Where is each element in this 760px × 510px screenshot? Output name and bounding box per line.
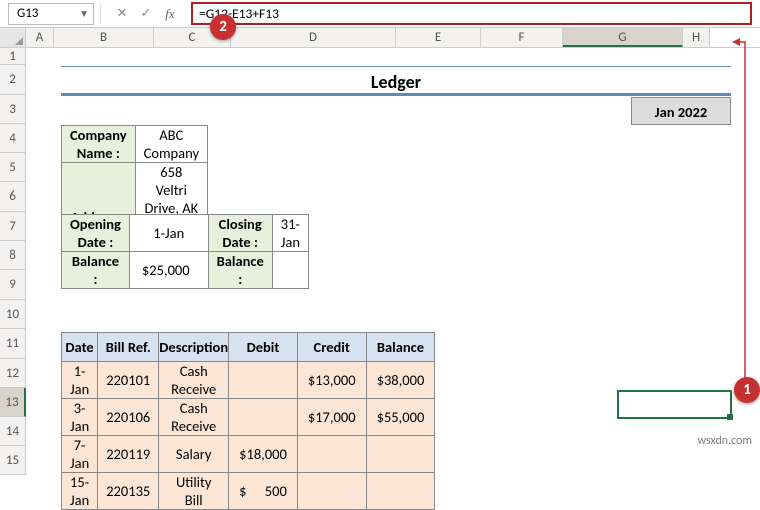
h-debit: Debit — [229, 333, 298, 362]
row-5[interactable]: 5 — [0, 153, 26, 182]
row-3[interactable]: 3 — [0, 95, 26, 124]
row-4[interactable]: 4 — [0, 124, 26, 153]
opening-date-value[interactable]: 1-Jan — [129, 215, 208, 252]
opening-date-label: Opening Date : — [62, 215, 130, 252]
h-ref: Bill Ref. — [98, 333, 159, 362]
cell-balance — [366, 436, 435, 473]
formula-input[interactable]: =G12-E13+F13 — [191, 2, 752, 25]
closing-date-label: Closing Date : — [208, 215, 272, 252]
closing-balance-value[interactable] — [272, 252, 308, 289]
cell-desc: Utility Bill — [159, 473, 229, 510]
cell-ref: 220135 — [98, 473, 159, 510]
formula-buttons: ✕ ✓ fx — [107, 3, 185, 25]
cell-balance: $38,000 — [366, 362, 435, 399]
cell-debit: $500 — [229, 473, 298, 510]
row-10[interactable]: 10 — [0, 300, 26, 329]
col-G[interactable]: G — [563, 28, 683, 47]
name-box[interactable]: G13 ▼ — [8, 3, 94, 25]
row-13[interactable]: 13 — [0, 388, 26, 417]
col-headers: ABCDEFGH — [0, 28, 760, 48]
cell-credit: $13,000 — [297, 362, 366, 399]
cell-date: 15-Jan — [62, 473, 98, 510]
opening-balance-label: Balance : — [62, 252, 130, 289]
cell-credit: $17,000 — [297, 399, 366, 436]
ledger-title: Ledger — [61, 66, 731, 96]
period-label: Jan 2022 — [631, 97, 731, 125]
h-credit: Credit — [297, 333, 366, 362]
row-8[interactable]: 8 — [0, 241, 26, 270]
table-row[interactable]: 15-Jan220135Utility Bill$500 — [62, 473, 435, 510]
row-11[interactable]: 11 — [0, 329, 26, 359]
cell-credit — [297, 436, 366, 473]
row-6[interactable]: 6 — [0, 182, 26, 212]
table-row[interactable]: 7-Jan220119Salary$18,000 — [62, 436, 435, 473]
callout-1: 1 — [734, 377, 760, 403]
row-14[interactable]: 14 — [0, 417, 26, 446]
h-balance: Balance — [366, 333, 435, 362]
row-headers: 123456789101112131415 — [0, 48, 26, 500]
closing-balance-label: Balance : — [208, 252, 272, 289]
cell-date: 7-Jan — [62, 436, 98, 473]
row-15[interactable]: 15 — [0, 446, 26, 475]
cell-date: 3-Jan — [62, 399, 98, 436]
cell-desc: Cash Receive — [159, 362, 229, 399]
h-date: Date — [62, 333, 98, 362]
company-name-value[interactable]: ABC Company — [135, 126, 207, 163]
row-7[interactable]: 7 — [0, 212, 26, 241]
col-F[interactable]: F — [481, 28, 563, 47]
row-1[interactable]: 1 — [0, 48, 26, 65]
cell-credit — [297, 473, 366, 510]
cancel-icon[interactable]: ✕ — [111, 3, 133, 25]
fx-icon[interactable]: fx — [159, 3, 181, 25]
cell-date: 1-Jan — [62, 362, 98, 399]
dates-table: Opening Date : 1-Jan Closing Date : 31-J… — [61, 214, 309, 289]
cell-ref: 220106 — [98, 399, 159, 436]
table-row[interactable]: 1-Jan220101Cash Receive $13,000$38,000 — [62, 362, 435, 399]
cell-balance — [366, 473, 435, 510]
col-E[interactable]: E — [396, 28, 481, 47]
closing-date-value[interactable]: 31-Jan — [272, 215, 308, 252]
cell-ref: 220119 — [98, 436, 159, 473]
dropdown-icon[interactable]: ▼ — [79, 7, 89, 20]
row-12[interactable]: 12 — [0, 359, 26, 388]
col-A[interactable]: A — [26, 28, 54, 47]
opening-balance-value[interactable]: $25,000 — [129, 252, 208, 289]
formula-bar: G13 ▼ ✕ ✓ fx =G12-E13+F13 — [0, 0, 760, 28]
cell-balance: $55,000 — [366, 399, 435, 436]
watermark: wsxdn.com — [697, 434, 752, 448]
h-desc: Description — [159, 333, 229, 362]
selection-outline — [617, 390, 732, 419]
ledger-table: Date Bill Ref. Description Debit Credit … — [61, 332, 435, 510]
col-B[interactable]: B — [54, 28, 154, 47]
select-all-corner[interactable] — [0, 28, 26, 47]
cell-debit — [229, 399, 298, 436]
enter-icon[interactable]: ✓ — [135, 3, 157, 25]
cell-debit: $18,000 — [229, 436, 298, 473]
cell-debit — [229, 362, 298, 399]
col-D[interactable]: D — [231, 28, 396, 47]
col-H[interactable]: H — [683, 28, 710, 47]
callout-2: 2 — [210, 14, 236, 40]
name-box-text: G13 — [17, 6, 38, 21]
row-2[interactable]: 2 — [0, 65, 26, 95]
cell-desc: Cash Receive — [159, 399, 229, 436]
cell-ref: 220101 — [98, 362, 159, 399]
header-row: Date Bill Ref. Description Debit Credit … — [62, 333, 435, 362]
cell-desc: Salary — [159, 436, 229, 473]
row-9[interactable]: 9 — [0, 270, 26, 300]
cells-area[interactable]: Ledger Jan 2022 Company Name : ABC Compa… — [26, 48, 760, 500]
company-name-label: Company Name : — [62, 126, 136, 163]
divider — [100, 4, 101, 24]
company-row: Company Name : ABC Company — [62, 126, 208, 163]
table-row[interactable]: 3-Jan220106Cash Receive $17,000$55,000 — [62, 399, 435, 436]
